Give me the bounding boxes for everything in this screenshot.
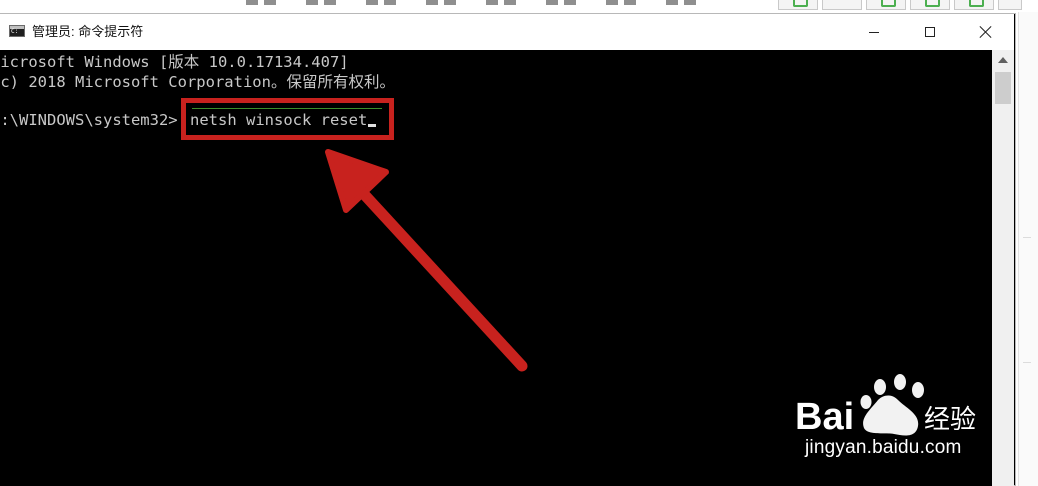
console-prompt: C:\WINDOWS\system32> [0, 111, 178, 129]
page-toolbar-button[interactable] [822, 0, 862, 10]
baidu-logo-jingyan: 经验 [924, 405, 976, 435]
annotation-arrow [325, 149, 528, 372]
background-page-right [1018, 12, 1038, 486]
maximize-button[interactable] [902, 14, 958, 50]
page-toolbar-button[interactable] [954, 0, 994, 10]
scroll-thumb[interactable] [995, 72, 1011, 104]
page-toolbar-button[interactable] [998, 0, 1022, 10]
window-title: 管理员: 命令提示符 [32, 24, 144, 39]
minimize-button[interactable] [846, 14, 902, 50]
window-titlebar[interactable]: 管理员: 命令提示符 [0, 14, 1014, 50]
maximize-icon [925, 27, 935, 37]
watermark-url: jingyan.baidu.com [805, 437, 962, 458]
close-button[interactable] [958, 14, 1014, 50]
page-toolbar-button[interactable] [910, 0, 950, 10]
background-page-top [0, 0, 1038, 12]
arrow-shaft [356, 186, 528, 372]
console-line-version: Microsoft Windows [版本 10.0.17134.407] [0, 53, 349, 71]
vertical-scrollbar[interactable] [992, 50, 1014, 486]
page-toolbar-button[interactable] [778, 0, 818, 10]
scroll-up-button[interactable] [992, 50, 1014, 70]
scroll-up-icon [998, 57, 1008, 63]
background-cropped-text [246, 0, 706, 5]
console-line-copyright: (c) 2018 Microsoft Corporation。保留所有权利。 [0, 73, 395, 91]
close-icon [980, 26, 992, 38]
baidu-logo-bai: Bai [795, 396, 854, 438]
minimize-icon [869, 31, 879, 33]
page-toolbar-button[interactable] [866, 0, 906, 10]
cmd-app-icon[interactable] [9, 25, 25, 37]
